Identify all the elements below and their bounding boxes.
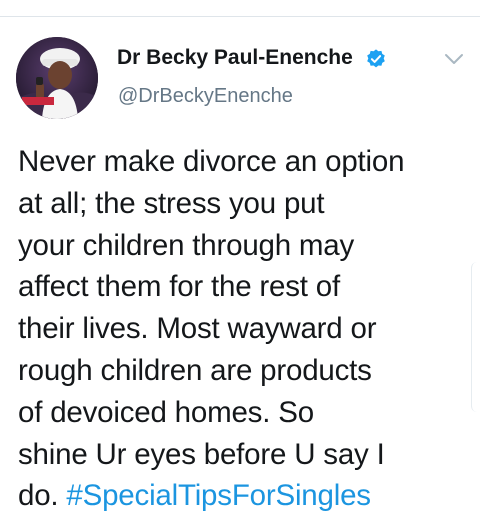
tweet-last-words: do. (18, 479, 59, 513)
side-edge (471, 262, 480, 412)
tweet-line: shine Ur eyes before U say I (18, 437, 385, 471)
avatar[interactable] (16, 37, 98, 119)
chevron-down-icon[interactable] (444, 52, 464, 66)
display-name[interactable]: Dr Becky Paul-Enenche (117, 46, 353, 70)
tweet-line: at all; the stress you put (18, 186, 325, 220)
tweet-line: rough children are products (18, 353, 372, 387)
tweet-line: your children through may (18, 228, 355, 262)
tweet-line: of devoiced homes. So (18, 395, 314, 429)
user-handle[interactable]: @DrBeckyEnenche (118, 85, 293, 108)
hashtag-link[interactable]: #SpecialTipsForSingles (66, 479, 371, 512)
tweet-line: Never make divorce an option (18, 145, 405, 178)
avatar-photo (16, 37, 98, 119)
tweet-line-last: do. #SpecialTipsForSingles (18, 475, 470, 516)
tweet-line: affect them for the rest of (18, 270, 340, 304)
tweet-card: Dr Becky Paul-Enenche @DrBeckyEnenche Ne… (0, 0, 480, 516)
top-divider (0, 16, 480, 17)
tweet-text: Never make divorce an option at all; the… (18, 141, 470, 516)
verified-badge-icon (367, 49, 385, 68)
tweet-line: their lives. Most wayward or (18, 312, 377, 346)
